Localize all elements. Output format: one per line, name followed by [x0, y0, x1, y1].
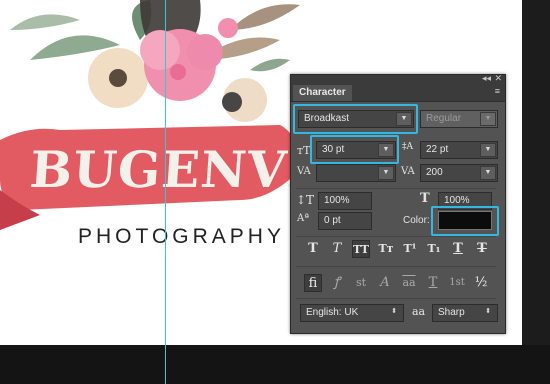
panel-tabbar: Character ≡	[291, 85, 505, 102]
vertical-scale-icon: ↕T	[296, 193, 315, 207]
kerning-icon: VA	[297, 166, 311, 177]
chevron-down-icon[interactable]: ▼	[480, 143, 496, 157]
baseline-shift-value: 0 pt	[324, 215, 341, 226]
chevron-down-icon[interactable]: ▼	[480, 166, 496, 180]
leading-icon: ‡A	[402, 142, 413, 152]
antialias-value: Sharp	[438, 307, 465, 318]
antialias-icon: aa	[412, 305, 426, 318]
antialias-select[interactable]: Sharp ⬍	[432, 304, 498, 322]
divider	[296, 266, 496, 267]
tracking-field[interactable]: 200 ▼	[420, 164, 498, 182]
language-select[interactable]: English: UK ⬍	[300, 304, 404, 322]
panel-menu-icon[interactable]: ≡	[495, 86, 500, 96]
underline-button[interactable]: T	[449, 240, 467, 258]
font-style-value: Regular	[426, 113, 462, 124]
workspace-bottom	[0, 345, 550, 384]
collapse-icon[interactable]: ◂◂	[482, 73, 491, 84]
superscript-button[interactable]: T¹	[401, 240, 419, 258]
horizontal-scale-icon: T	[420, 191, 430, 206]
chevron-down-icon[interactable]: ▼	[378, 166, 394, 180]
titling-alternates-button[interactable]: T	[424, 274, 442, 292]
swash-button[interactable]: A	[376, 274, 394, 292]
chevron-down-icon[interactable]: ▼	[480, 112, 496, 126]
horizontal-scale-value: 100%	[444, 195, 470, 206]
highlight-font-family	[293, 104, 418, 134]
chevron-updown-icon[interactable]: ⬍	[386, 306, 402, 320]
discretionary-ligatures-button[interactable]: ꝭ	[328, 274, 346, 292]
vertical-guide[interactable]	[165, 0, 166, 384]
leading-value: 22 pt	[426, 144, 449, 155]
font-size-icon: тT	[297, 144, 311, 157]
chevron-updown-icon[interactable]: ⬍	[480, 306, 496, 320]
swash-st-button[interactable]: st	[352, 274, 370, 292]
divider	[296, 188, 496, 189]
all-caps-button[interactable]: TT	[352, 240, 370, 258]
leading-field[interactable]: 22 pt ▼	[420, 141, 498, 159]
vertical-scale-field[interactable]: 100%	[318, 192, 372, 210]
divider	[296, 236, 496, 237]
panel-titlebar[interactable]: ◂◂ ✕	[291, 73, 505, 85]
vertical-scale-value: 100%	[324, 195, 350, 206]
font-style-select[interactable]: Regular ▼	[420, 110, 498, 128]
language-value: English: UK	[306, 307, 359, 318]
close-icon[interactable]: ✕	[494, 73, 502, 84]
faux-bold-button[interactable]: T	[304, 240, 322, 258]
stylistic-alternates-button[interactable]: aa	[400, 274, 418, 292]
tracking-icon: VA	[401, 166, 415, 177]
baseline-shift-field[interactable]: 0 pt	[318, 212, 372, 230]
subscript-button[interactable]: T₁	[425, 240, 443, 258]
ligatures-button[interactable]: fi	[304, 274, 322, 292]
fractions-button[interactable]: ½	[472, 274, 490, 292]
workspace-edge	[522, 0, 550, 384]
baseline-shift-icon: Aª	[297, 213, 309, 224]
faux-italic-button[interactable]: T	[328, 240, 346, 258]
strikethrough-button[interactable]: T	[473, 240, 491, 258]
tracking-value: 200	[426, 167, 443, 178]
ordinals-button[interactable]: 1st	[448, 274, 466, 292]
small-caps-button[interactable]: Tт	[377, 240, 395, 258]
highlight-font-size	[310, 135, 399, 164]
kerning-field[interactable]: ▼	[316, 164, 396, 182]
tagline-text: PHOTOGRAPHY	[78, 225, 285, 248]
tab-character[interactable]: Character	[293, 85, 352, 101]
color-label: Color:	[403, 215, 430, 226]
divider	[296, 298, 496, 299]
highlight-color	[431, 206, 499, 236]
